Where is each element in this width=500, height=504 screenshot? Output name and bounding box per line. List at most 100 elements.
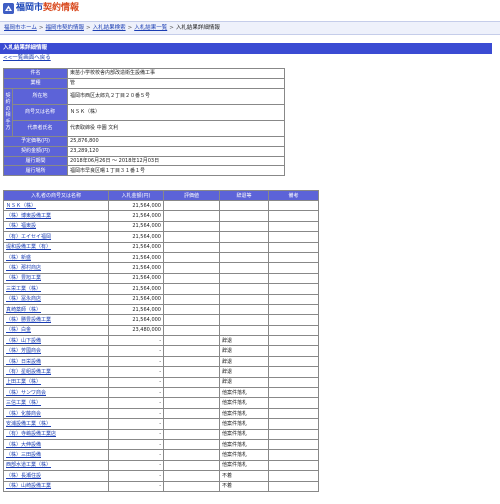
status-value: [219, 231, 269, 243]
info-row-address: 契約の相手方 所在地 福岡市西区太郎丸２丁目２０番５号: [3, 87, 286, 137]
bidder-name[interactable]: （有）星組設備工業: [3, 366, 109, 378]
bidder-name[interactable]: （株）勝豊設備工業: [3, 314, 109, 326]
status-value: 辞退: [219, 376, 269, 389]
site-header: 福岡市契約情報: [0, 0, 500, 19]
bidder-name[interactable]: （株）新盛: [3, 251, 109, 264]
status-value: 他案件落札: [219, 438, 269, 451]
note-value: [268, 480, 319, 492]
breadcrumb-bid-search[interactable]: 入札結果検索: [93, 25, 126, 31]
bidder-name[interactable]: （株）山崎設備工業: [3, 480, 109, 492]
table-row: （株）三田設備 - 他案件落札: [3, 449, 319, 461]
score-value: [163, 324, 220, 337]
bidder-name[interactable]: （株）那村商店: [3, 262, 109, 274]
bidder-name[interactable]: （株）福東設: [3, 220, 109, 233]
score-value: [163, 199, 220, 212]
bidder-name[interactable]: （株）山下設備: [3, 335, 109, 347]
bidder-name[interactable]: （株）芳國商会: [3, 345, 109, 357]
table-row: 堤和設備工業（有） 21,564,000: [3, 241, 319, 253]
score-value: [163, 366, 220, 378]
status-value: [219, 324, 269, 337]
bidder-name[interactable]: 堤和設備工業（有）: [3, 241, 109, 253]
status-value: [219, 241, 269, 253]
status-value: 不着: [219, 470, 269, 482]
bidder-name[interactable]: 上田工業（株）: [3, 376, 109, 389]
note-value: [268, 418, 319, 430]
info-row-planned-price: 予定価格(円) 25,876,800: [2, 135, 286, 147]
note-value: [268, 251, 319, 264]
status-value: 辞退: [219, 345, 269, 357]
info-label: 商号又は名称: [11, 103, 69, 121]
bidder-name[interactable]: （株）博東設備工業: [3, 210, 109, 222]
note-value: [268, 303, 319, 316]
breadcrumb-home[interactable]: 福岡市ホーム: [4, 25, 37, 31]
bidder-name[interactable]: （株）豊旭工業: [3, 272, 109, 285]
bidder-name[interactable]: （株）冨永商店: [3, 293, 109, 305]
bidder-name[interactable]: 三栄工業（株）: [3, 283, 109, 295]
table-row: （有）エイセイ福岡 21,564,000: [3, 231, 319, 243]
bid-amount: 21,564,000: [108, 283, 164, 295]
status-value: [219, 293, 269, 305]
bidder-name[interactable]: （有）エイセイ福岡: [3, 231, 109, 243]
bidder-name[interactable]: （株）三田設備: [3, 449, 109, 461]
bidder-name[interactable]: （株）サンワ商会: [3, 387, 109, 399]
bidder-name[interactable]: ＮＳＫ（株）: [3, 199, 109, 212]
logo-service: 契約情報: [43, 3, 80, 13]
info-value: ＮＳＫ（株）: [67, 103, 286, 121]
breadcrumb-contract-info[interactable]: 福岡市契約情報: [45, 25, 84, 31]
bidder-name[interactable]: 真崎薬師（株）: [3, 303, 109, 316]
site-logo[interactable]: 福岡市契約情報: [3, 3, 83, 16]
bid-amount: -: [108, 376, 164, 389]
breadcrumb-separator: >: [127, 25, 133, 31]
city-emblem-icon: [3, 3, 14, 14]
status-value: [219, 283, 269, 295]
info-value: 管: [67, 77, 286, 89]
bidder-name[interactable]: （株）日栄設備: [3, 355, 109, 368]
site-logo-text: 福岡市契約情報: [16, 3, 79, 14]
score-value: [163, 428, 220, 441]
breadcrumb-separator: >: [38, 25, 44, 31]
note-value: [268, 428, 319, 441]
column-header-amount: 入札金額(円): [108, 190, 164, 201]
table-row: 西部水道工業（株） - 他案件落札: [3, 459, 319, 472]
note-value: [268, 335, 319, 347]
status-value: 他案件落札: [219, 459, 269, 472]
column-header-note: 備考: [268, 190, 319, 201]
bid-amount: -: [108, 355, 164, 368]
bid-amount: -: [108, 418, 164, 430]
bidder-name[interactable]: （有）寺嶋設備工業店: [3, 428, 109, 441]
info-row-category: 業種 管: [2, 77, 286, 89]
breadcrumb: 福岡市ホーム > 福岡市契約情報 > 入札結果検索 > 入札結果一覧 > 入札結果詳細情報: [0, 21, 500, 35]
bidder-name[interactable]: （株）白金: [3, 324, 109, 337]
note-value: [268, 283, 319, 295]
bid-amount: 21,564,000: [108, 199, 164, 212]
table-row: （株）サンワ商会 - 他案件落札: [3, 387, 319, 399]
score-value: [163, 449, 220, 461]
info-label: 業種: [2, 77, 69, 89]
info-value: 2018年06月26日 ～ 2018年12月03日: [67, 155, 286, 167]
table-row: （株）白金 23,480,000: [3, 324, 319, 337]
score-value: [163, 314, 220, 326]
score-value: [163, 407, 220, 420]
bidder-name[interactable]: 西部水道工業（株）: [3, 459, 109, 472]
bidder-name[interactable]: 安浦設備工業（株）: [3, 418, 109, 430]
bid-amount: -: [108, 407, 164, 420]
note-value: [268, 314, 319, 326]
back-to-list-link[interactable]: <<一覧画面へ戻る: [3, 54, 51, 62]
status-value: [219, 210, 269, 222]
note-value: [268, 387, 319, 399]
status-value: 不着: [219, 480, 269, 492]
bidder-name[interactable]: （株）大伸設備: [3, 438, 109, 451]
note-value: [268, 199, 319, 212]
bid-amount: 21,564,000: [108, 303, 164, 316]
info-label: 履行場所: [2, 165, 69, 177]
table-row: （株）新盛 21,564,000: [3, 251, 319, 264]
bidder-name[interactable]: 三信工業（株）: [3, 397, 109, 409]
status-value: 辞退: [219, 335, 269, 347]
bidder-name[interactable]: （株）化藤商会: [3, 407, 109, 420]
bidder-name[interactable]: （株）長瀬住設: [3, 470, 109, 482]
score-value: [163, 210, 220, 222]
bid-amount: 21,564,000: [108, 262, 164, 274]
breadcrumb-bid-list[interactable]: 入札結果一覧: [134, 25, 167, 31]
score-value: [163, 251, 220, 264]
note-value: [268, 241, 319, 253]
